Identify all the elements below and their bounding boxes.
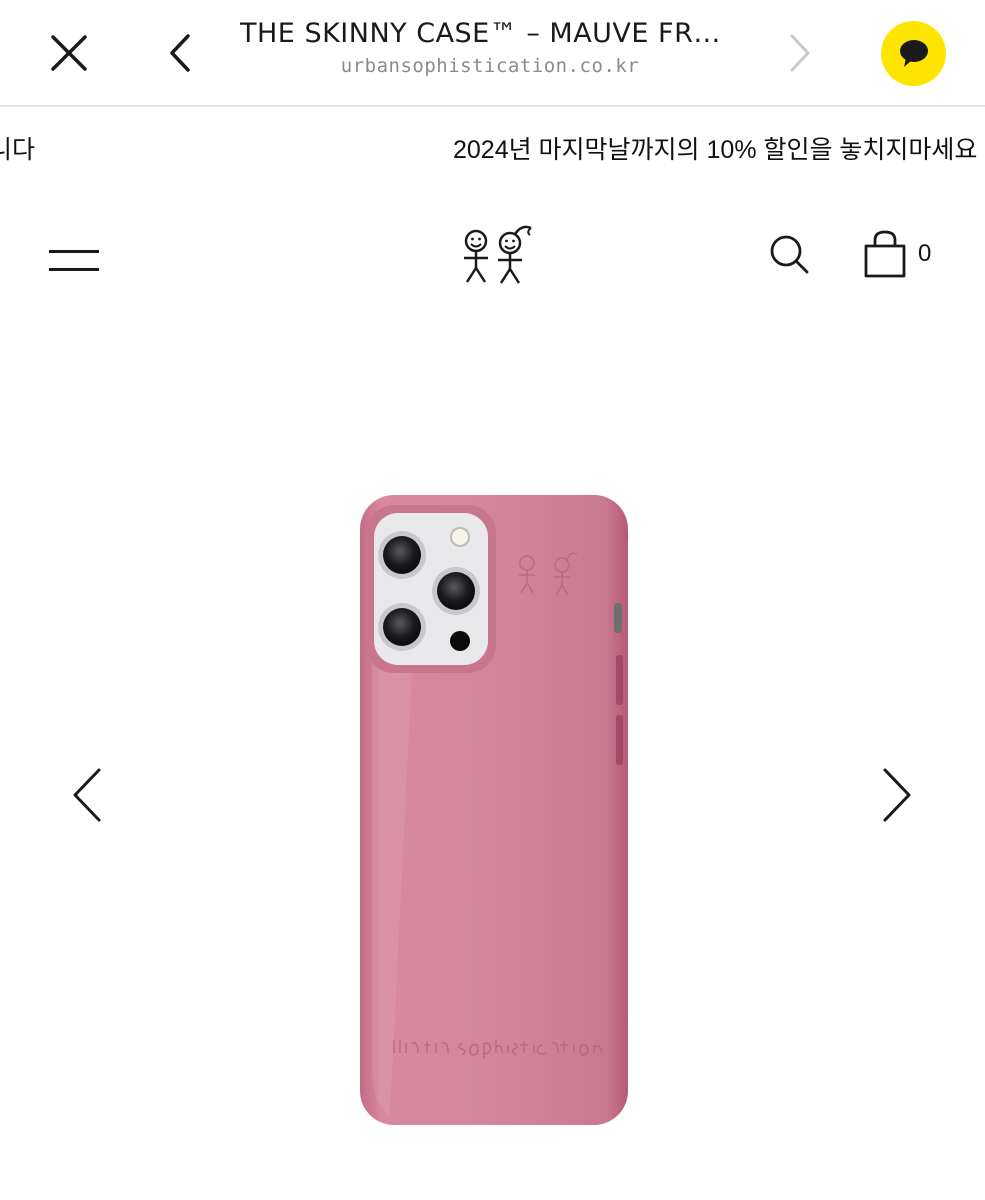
announcement-text: 2024년 마지막날까지의 10% 할인을 놓치지마세요 [453, 136, 978, 164]
shopping-bag-icon [864, 230, 906, 278]
kakaotalk-icon [899, 39, 928, 67]
hamburger-menu-icon [49, 268, 99, 271]
page-title-block: THE SKINNY CASE™ – MAUVE FRO... urbansop… [240, 18, 740, 77]
close-button[interactable] [40, 24, 98, 82]
menu-button[interactable] [45, 242, 103, 282]
page-url: urbansophistication.co.kr [340, 55, 640, 77]
product-gallery [0, 310, 985, 1200]
chevron-left-icon [73, 768, 101, 822]
gallery-prev-button[interactable] [62, 765, 112, 825]
announcement-bar: 니다 2024년 마지막날까지의 10% 할인을 놓치지마세요 [0, 108, 985, 186]
gallery-next-button[interactable] [872, 765, 922, 825]
cart-count: 0 [918, 240, 932, 267]
browser-top-bar: THE SKINNY CASE™ – MAUVE FRO... urbansop… [0, 0, 985, 107]
stick-figure-logo [464, 225, 532, 284]
chevron-right-icon [883, 768, 911, 822]
search-icon [770, 235, 809, 274]
chevron-right-icon [790, 34, 810, 72]
search-button[interactable] [765, 230, 813, 278]
close-icon [51, 35, 87, 71]
product-image [330, 475, 650, 1140]
cart-button[interactable] [860, 228, 910, 280]
announcement-previous-text: 니다 [0, 136, 35, 164]
kakaotalk-share-button[interactable] [881, 21, 946, 86]
forward-button[interactable] [770, 24, 828, 82]
phone-case-image [360, 495, 629, 1125]
page-title: THE SKINNY CASE™ – MAUVE FRO... [240, 18, 740, 49]
site-header: 0 [0, 200, 985, 310]
back-button[interactable] [152, 24, 210, 82]
hamburger-menu-icon [49, 250, 99, 253]
site-logo[interactable] [452, 222, 537, 288]
chevron-left-icon [170, 34, 190, 72]
